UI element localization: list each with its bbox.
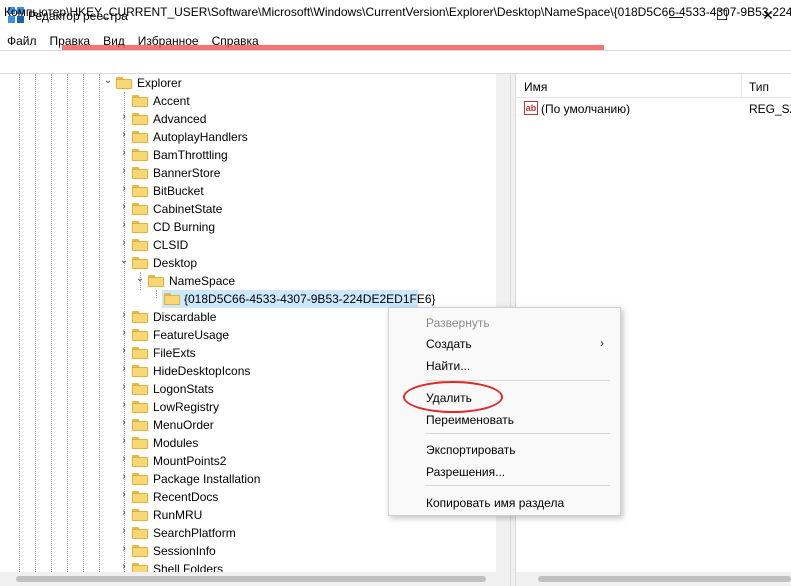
folder-icon (132, 329, 148, 341)
folder-icon (132, 473, 148, 485)
collapsed-chevron-icon[interactable]: › (119, 130, 129, 140)
expanded-chevron-icon[interactable]: ⌄ (119, 256, 129, 266)
collapsed-chevron-icon[interactable]: › (119, 346, 129, 356)
folder-icon (132, 455, 148, 467)
menu-item-copy-key-name[interactable]: Копировать имя раздела (389, 491, 620, 513)
tree-item-bannerstore[interactable]: › BannerStore (0, 164, 496, 182)
tree-item-bamthrottling[interactable]: › BamThrottling (0, 146, 496, 164)
folder-icon (132, 149, 148, 161)
tree-item-searchplatform[interactable]: › SearchPlatform (0, 524, 496, 542)
delete-annotation-circle (403, 381, 503, 413)
collapsed-chevron-icon[interactable]: › (119, 202, 129, 212)
folder-icon (132, 167, 148, 179)
collapsed-chevron-icon[interactable]: › (119, 310, 129, 320)
collapsed-chevron-icon[interactable]: › (119, 526, 129, 536)
string-value-icon: ab (524, 101, 538, 115)
folder-icon (132, 509, 148, 521)
menu-item-permissions[interactable]: Разрешения... (389, 460, 620, 482)
menu-item-export[interactable]: Экспортировать (389, 438, 620, 460)
menu-separator (425, 485, 610, 486)
folder-icon (132, 437, 148, 449)
collapsed-chevron-icon[interactable]: › (119, 490, 129, 500)
menu-item-find[interactable]: Найти... (389, 354, 620, 376)
scroll-thumb[interactable] (538, 576, 791, 582)
folder-icon (132, 185, 148, 197)
folder-icon (132, 419, 148, 431)
column-name-header[interactable]: Имя (524, 80, 547, 94)
collapsed-chevron-icon[interactable]: › (119, 166, 129, 176)
folder-icon (132, 113, 148, 125)
collapsed-chevron-icon[interactable]: › (119, 436, 129, 446)
collapsed-chevron-icon[interactable]: › (119, 328, 129, 338)
tree-item-cabinetstate[interactable]: › CabinetState (0, 200, 496, 218)
context-menu: Развернуть Создать › Найти... Удалить Пер… (388, 307, 621, 516)
folder-icon (148, 275, 164, 287)
tree-item-explorer[interactable]: ⌄ Explorer (0, 74, 496, 92)
collapsed-chevron-icon[interactable]: › (119, 400, 129, 410)
folder-icon (132, 257, 148, 269)
expanded-chevron-icon[interactable]: ⌄ (135, 274, 145, 284)
folder-icon (132, 365, 148, 377)
folder-icon (132, 527, 148, 539)
collapsed-chevron-icon[interactable]: › (119, 238, 129, 248)
scroll-thumb[interactable] (16, 576, 486, 582)
folder-icon (132, 491, 148, 503)
menu-item-rename[interactable]: Переименовать (389, 408, 620, 430)
collapsed-chevron-icon[interactable]: › (119, 148, 129, 158)
value-name: (По умолчанию) (541, 102, 631, 116)
tree-item-autoplayhandlers[interactable]: › AutoplayHandlers (0, 128, 496, 146)
tree-item-sessioninfo[interactable]: › SessionInfo (0, 542, 496, 560)
tree-horizontal-scrollbar[interactable] (0, 572, 510, 586)
tree-item-namespace[interactable]: ⌄ NameSpace (0, 272, 496, 290)
menu-item-expand: Развернуть (426, 316, 490, 330)
list-row[interactable]: ab (По умолчанию) REG_SZ (516, 98, 791, 118)
tree-item-desktop[interactable]: ⌄ Desktop (0, 254, 496, 272)
folder-icon (132, 95, 148, 107)
collapsed-chevron-icon[interactable]: › (119, 562, 129, 572)
collapsed-chevron-icon[interactable]: › (119, 418, 129, 428)
collapsed-chevron-icon[interactable]: › (119, 220, 129, 230)
folder-icon (132, 221, 148, 233)
collapsed-chevron-icon[interactable]: › (119, 364, 129, 374)
collapsed-chevron-icon[interactable]: › (119, 508, 129, 518)
menu-separator (425, 433, 610, 434)
menu-file[interactable]: Файл (6, 34, 38, 48)
expanded-chevron-icon[interactable]: ⌄ (103, 76, 113, 86)
column-type-header[interactable]: Тип (749, 80, 769, 94)
value-type: REG_SZ (749, 102, 791, 116)
tree-item-advanced[interactable]: › Advanced (0, 110, 496, 128)
tree-item-bitbucket[interactable]: › BitBucket (0, 182, 496, 200)
folder-icon (132, 545, 148, 557)
tree-item-cd-burning[interactable]: › CD Burning (0, 218, 496, 236)
folder-icon (132, 203, 148, 215)
collapsed-chevron-icon[interactable]: › (119, 112, 129, 122)
folder-icon (132, 131, 148, 143)
collapsed-chevron-icon[interactable]: › (119, 472, 129, 482)
address-path[interactable]: Компьютер\HKEY_CURRENT_USER\Software\Mic… (4, 5, 791, 19)
tree-item-accent[interactable]: Accent (0, 92, 496, 110)
submenu-arrow-icon: › (600, 336, 604, 350)
folder-icon (132, 401, 148, 413)
folder-icon (116, 77, 132, 89)
folder-icon (164, 293, 180, 305)
list-header: Имя Тип (516, 74, 791, 98)
address-bar[interactable] (0, 50, 791, 74)
tree-item-selected-key[interactable]: {018D5C66-4533-4307-9B53-224DE2ED1FE6} (0, 290, 496, 308)
collapsed-chevron-icon[interactable]: › (119, 454, 129, 464)
list-horizontal-scrollbar[interactable] (516, 572, 791, 586)
tree-item-clsid[interactable]: › CLSID (0, 236, 496, 254)
collapsed-chevron-icon[interactable]: › (119, 544, 129, 554)
menu-item-create[interactable]: Создать › (389, 332, 620, 354)
collapsed-chevron-icon[interactable]: › (119, 382, 129, 392)
folder-icon (132, 383, 148, 395)
folder-icon (132, 311, 148, 323)
collapsed-chevron-icon[interactable]: › (119, 184, 129, 194)
folder-icon (132, 239, 148, 251)
folder-icon (132, 347, 148, 359)
